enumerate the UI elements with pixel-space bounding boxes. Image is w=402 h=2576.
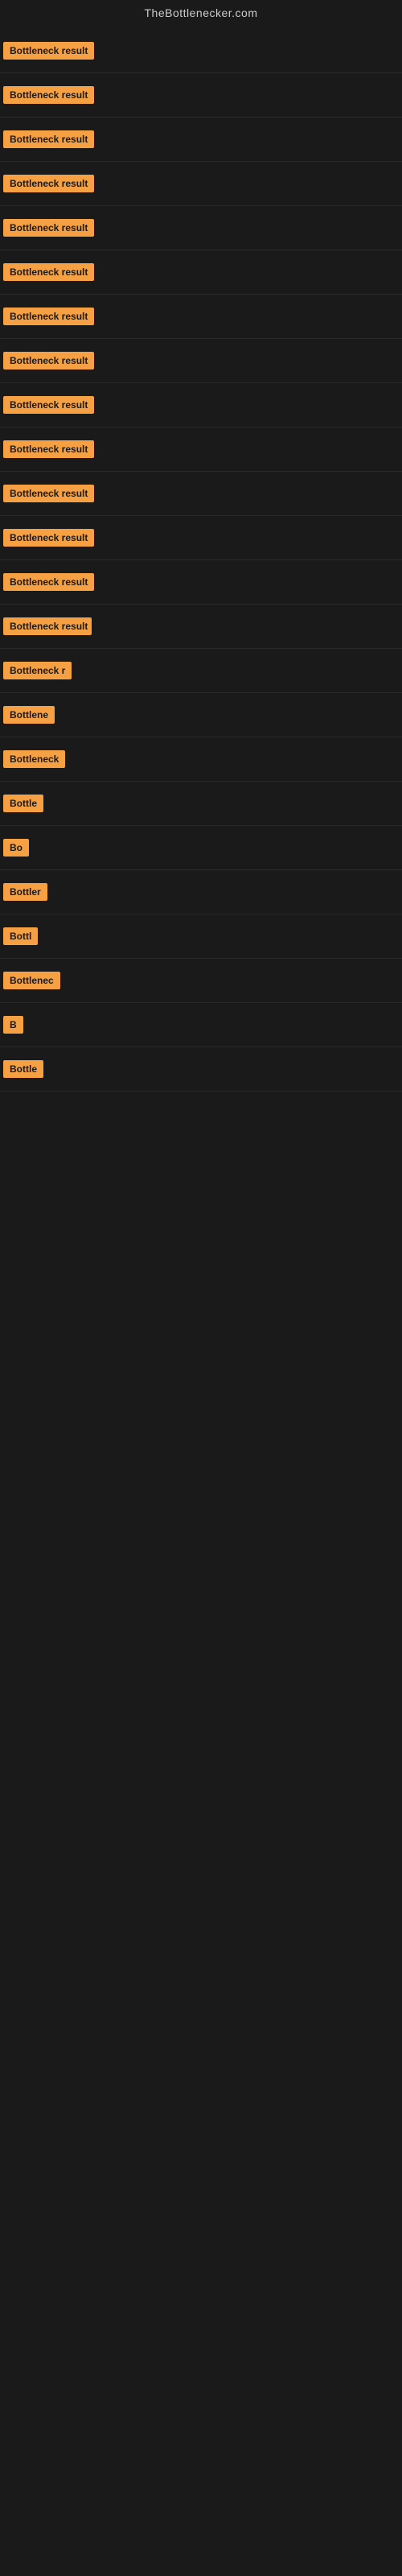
bottleneck-item-6[interactable]: Bottleneck result [3, 258, 399, 286]
bottleneck-item-7[interactable]: Bottleneck result [3, 303, 399, 330]
bottleneck-label-11[interactable]: Bottleneck result [3, 485, 94, 502]
bottleneck-label-16[interactable]: Bottlene [3, 706, 55, 724]
bottleneck-item-18[interactable]: Bottle [3, 790, 399, 817]
bottleneck-section-21: Bottl [0, 914, 402, 959]
bottleneck-section-24: Bottle [0, 1047, 402, 1092]
bottleneck-item-3[interactable]: Bottleneck result [3, 126, 399, 153]
bottleneck-section-15: Bottleneck r [0, 649, 402, 693]
bottleneck-label-2[interactable]: Bottleneck result [3, 86, 94, 104]
bottleneck-section-3: Bottleneck result [0, 118, 402, 162]
bottleneck-item-14[interactable]: Bottleneck result [3, 613, 399, 640]
bottleneck-label-7[interactable]: Bottleneck result [3, 308, 94, 325]
bottleneck-item-2[interactable]: Bottleneck result [3, 81, 399, 109]
bottleneck-section-19: Bo [0, 826, 402, 870]
bottleneck-section-7: Bottleneck result [0, 295, 402, 339]
bottleneck-item-22[interactable]: Bottlenec [3, 967, 399, 994]
bottleneck-item-13[interactable]: Bottleneck result [3, 568, 399, 596]
bottleneck-section-10: Bottleneck result [0, 427, 402, 472]
bottleneck-item-16[interactable]: Bottlene [3, 701, 399, 729]
bottleneck-label-14[interactable]: Bottleneck result [3, 617, 92, 635]
bottleneck-item-12[interactable]: Bottleneck result [3, 524, 399, 551]
bottleneck-label-9[interactable]: Bottleneck result [3, 396, 94, 414]
site-title: TheBottlenecker.com [0, 0, 402, 29]
bottleneck-item-23[interactable]: B [3, 1011, 399, 1038]
bottleneck-label-1[interactable]: Bottleneck result [3, 42, 94, 60]
bottleneck-label-10[interactable]: Bottleneck result [3, 440, 94, 458]
bottleneck-section-8: Bottleneck result [0, 339, 402, 383]
bottleneck-label-17[interactable]: Bottleneck [3, 750, 65, 768]
bottleneck-label-6[interactable]: Bottleneck result [3, 263, 94, 281]
bottleneck-label-13[interactable]: Bottleneck result [3, 573, 94, 591]
bottleneck-item-24[interactable]: Bottle [3, 1055, 399, 1083]
bottleneck-label-18[interactable]: Bottle [3, 795, 43, 812]
bottleneck-item-11[interactable]: Bottleneck result [3, 480, 399, 507]
bottleneck-section-16: Bottlene [0, 693, 402, 737]
bottleneck-section-20: Bottler [0, 870, 402, 914]
bottleneck-item-21[interactable]: Bottl [3, 923, 399, 950]
bottleneck-section-6: Bottleneck result [0, 250, 402, 295]
bottleneck-section-11: Bottleneck result [0, 472, 402, 516]
bottleneck-label-20[interactable]: Bottler [3, 883, 47, 901]
bottleneck-item-15[interactable]: Bottleneck r [3, 657, 399, 684]
bottleneck-item-10[interactable]: Bottleneck result [3, 436, 399, 463]
bottleneck-label-23[interactable]: B [3, 1016, 23, 1034]
bottleneck-label-22[interactable]: Bottlenec [3, 972, 60, 989]
bottleneck-label-19[interactable]: Bo [3, 839, 29, 857]
bottleneck-item-4[interactable]: Bottleneck result [3, 170, 399, 197]
bottleneck-item-9[interactable]: Bottleneck result [3, 391, 399, 419]
bottleneck-section-13: Bottleneck result [0, 560, 402, 605]
bottleneck-label-3[interactable]: Bottleneck result [3, 130, 94, 148]
bottleneck-section-5: Bottleneck result [0, 206, 402, 250]
bottleneck-item-8[interactable]: Bottleneck result [3, 347, 399, 374]
bottleneck-section-12: Bottleneck result [0, 516, 402, 560]
bottleneck-label-5[interactable]: Bottleneck result [3, 219, 94, 237]
bottleneck-item-5[interactable]: Bottleneck result [3, 214, 399, 242]
bottleneck-section-23: B [0, 1003, 402, 1047]
bottleneck-section-4: Bottleneck result [0, 162, 402, 206]
bottleneck-section-18: Bottle [0, 782, 402, 826]
bottleneck-label-8[interactable]: Bottleneck result [3, 352, 94, 369]
bottleneck-item-20[interactable]: Bottler [3, 878, 399, 906]
bottleneck-list: Bottleneck result Bottleneck result Bottle… [0, 29, 402, 1092]
bottleneck-section-1: Bottleneck result [0, 29, 402, 73]
bottleneck-item-19[interactable]: Bo [3, 834, 399, 861]
bottleneck-label-12[interactable]: Bottleneck result [3, 529, 94, 547]
bottleneck-item-1[interactable]: Bottleneck result [3, 37, 399, 64]
bottleneck-item-17[interactable]: Bottleneck [3, 745, 399, 773]
bottleneck-section-9: Bottleneck result [0, 383, 402, 427]
bottleneck-label-4[interactable]: Bottleneck result [3, 175, 94, 192]
bottleneck-label-15[interactable]: Bottleneck r [3, 662, 72, 679]
bottleneck-label-24[interactable]: Bottle [3, 1060, 43, 1078]
bottleneck-section-2: Bottleneck result [0, 73, 402, 118]
bottleneck-section-14: Bottleneck result [0, 605, 402, 649]
bottleneck-label-21[interactable]: Bottl [3, 927, 38, 945]
bottleneck-section-22: Bottlenec [0, 959, 402, 1003]
bottleneck-section-17: Bottleneck [0, 737, 402, 782]
